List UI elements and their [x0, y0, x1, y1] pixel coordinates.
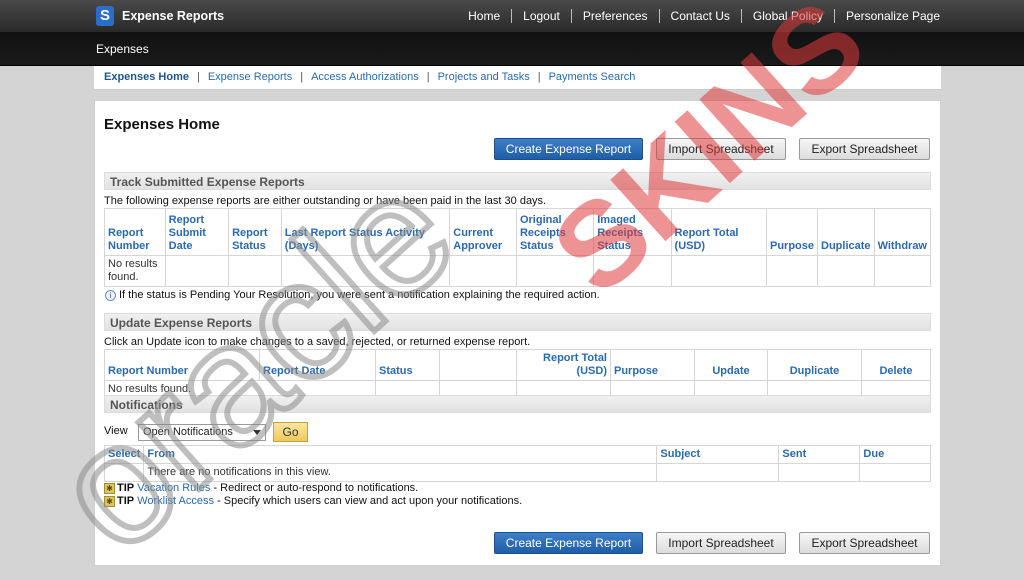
col-report-total[interactable]: Report Total (USD) [670, 208, 768, 256]
app-logo-icon: S [96, 6, 114, 26]
update-table: Report Number Report Date Status Report … [104, 349, 931, 399]
col-sent[interactable]: Sent [778, 445, 861, 464]
secondary-bar-label: Expenses [96, 42, 149, 56]
main-panel: Expenses Home Create Expense Report Impo… [94, 100, 941, 566]
col-report-total[interactable]: Report Total (USD) [516, 349, 611, 381]
empty-notifications-cell: There are no notifications in this view. [143, 463, 658, 482]
subnav-payments-search[interactable]: Payments Search [549, 71, 636, 83]
tip-prefix: TIP [117, 495, 135, 507]
info-icon: i [105, 290, 116, 301]
go-button[interactable]: Go [273, 422, 308, 442]
notifications-table: Select From Subject Sent Due There are n… [103, 445, 931, 482]
empty-results-cell: No results found. [104, 255, 166, 287]
sub-navigation: Expenses Home | Expense Reports | Access Aut… [94, 66, 941, 90]
import-spreadsheet-button-bottom[interactable]: Import Spreadsheet [656, 532, 786, 554]
subnav-expense-reports[interactable]: Expense Reports [208, 71, 292, 83]
notifications-view-select[interactable]: Open Notifications [138, 424, 266, 441]
view-label: View [104, 425, 128, 437]
nav-logout-link[interactable]: Logout [512, 9, 572, 23]
col-purpose[interactable]: Purpose [765, 208, 819, 256]
status-note: i If the status is Pending Your Resolutio… [105, 289, 600, 301]
col-report-submit-date[interactable]: Report Submit Date [164, 208, 230, 256]
tip-worklist-access: ✱ TIP Worklist Access - Specify which use… [104, 495, 522, 507]
subnav-access-authorizations[interactable]: Access Authorizations [311, 71, 419, 83]
col-original-receipts[interactable]: Original Receipts Status [515, 208, 595, 256]
col-last-activity[interactable]: Last Report Status Activity (Days) [280, 208, 451, 256]
status-note-text: If the status is Pending Your Resolution… [119, 289, 600, 301]
tip-text: - Redirect or auto-respond to notificati… [210, 482, 419, 494]
col-report-number[interactable]: Report Number [104, 208, 166, 256]
nav-personalize-page-link[interactable]: Personalize Page [835, 9, 940, 23]
nav-global-policy-link[interactable]: Global Policy [742, 9, 835, 23]
update-section-header: Update Expense Reports [104, 313, 931, 331]
subnav-expenses-home[interactable]: Expenses Home [104, 71, 189, 83]
col-report-status[interactable]: Report Status [228, 208, 282, 256]
update-description: Click an Update icon to make changes to … [104, 336, 531, 348]
vacation-rules-link[interactable]: Vacation Rules [137, 482, 210, 494]
table-row: There are no notifications in this view. [103, 463, 931, 482]
col-purpose[interactable]: Purpose [610, 349, 695, 381]
track-table: Report Number Report Submit Date Report … [104, 208, 932, 287]
nav-contact-us-link[interactable]: Contact Us [660, 9, 742, 23]
export-spreadsheet-button-top[interactable]: Export Spreadsheet [799, 138, 930, 160]
col-imaged-receipts[interactable]: Imaged Receipts Status [593, 208, 672, 256]
app-title: Expense Reports [122, 9, 225, 23]
track-description: The following expense reports are either… [104, 195, 547, 207]
col-select[interactable]: Select [103, 445, 145, 464]
chevron-down-icon [253, 430, 261, 435]
tip-icon: ✱ [104, 483, 115, 494]
subnav-projects-and-tasks[interactable]: Projects and Tasks [438, 71, 530, 83]
nav-preferences-link[interactable]: Preferences [572, 9, 660, 23]
create-expense-report-button-top[interactable]: Create Expense Report [494, 138, 643, 160]
tip-vacation-rules: ✱ TIP Vacation Rules - Redirect or auto-r… [104, 482, 418, 494]
nav-home-link[interactable]: Home [457, 9, 513, 23]
notifications-section-header: Notifications [104, 395, 931, 413]
export-spreadsheet-button-bottom[interactable]: Export Spreadsheet [799, 532, 930, 554]
worklist-access-link[interactable]: Worklist Access [137, 495, 214, 507]
col-blank [439, 349, 517, 381]
col-duplicate[interactable]: Duplicate [817, 208, 875, 256]
tip-text: - Specify which users can view and act u… [214, 495, 523, 507]
track-table-header-row: Report Number Report Submit Date Report … [104, 208, 932, 256]
secondary-bar: Expenses [0, 32, 1024, 66]
track-section-header: Track Submitted Expense Reports [104, 172, 931, 190]
col-withdraw[interactable]: Withdraw [873, 208, 932, 256]
view-select-value: Open Notifications [143, 426, 233, 438]
notifications-header-row: Select From Subject Sent Due [103, 445, 931, 464]
global-nav: Home Logout Preferences Contact Us Globa… [457, 9, 940, 23]
col-current-approver[interactable]: Current Approver [449, 208, 517, 256]
col-duplicate[interactable]: Duplicate [767, 349, 862, 381]
col-from[interactable]: From [143, 445, 658, 464]
top-bar: S Expense Reports Home Logout Preference… [0, 0, 1024, 32]
col-subject[interactable]: Subject [656, 445, 780, 464]
create-expense-report-button-bottom[interactable]: Create Expense Report [494, 532, 643, 554]
import-spreadsheet-button-top[interactable]: Import Spreadsheet [656, 138, 786, 160]
col-due[interactable]: Due [859, 445, 931, 464]
page-title: Expenses Home [104, 116, 220, 133]
tip-icon: ✱ [104, 496, 115, 507]
col-delete[interactable]: Delete [861, 349, 931, 381]
col-update[interactable]: Update [694, 349, 768, 381]
tip-prefix: TIP [117, 482, 135, 494]
col-status[interactable]: Status [375, 349, 440, 381]
col-report-date[interactable]: Report Date [259, 349, 376, 381]
update-table-header-row: Report Number Report Date Status Report … [104, 349, 931, 381]
table-row: No results found. [104, 255, 932, 287]
col-report-number[interactable]: Report Number [104, 349, 260, 381]
